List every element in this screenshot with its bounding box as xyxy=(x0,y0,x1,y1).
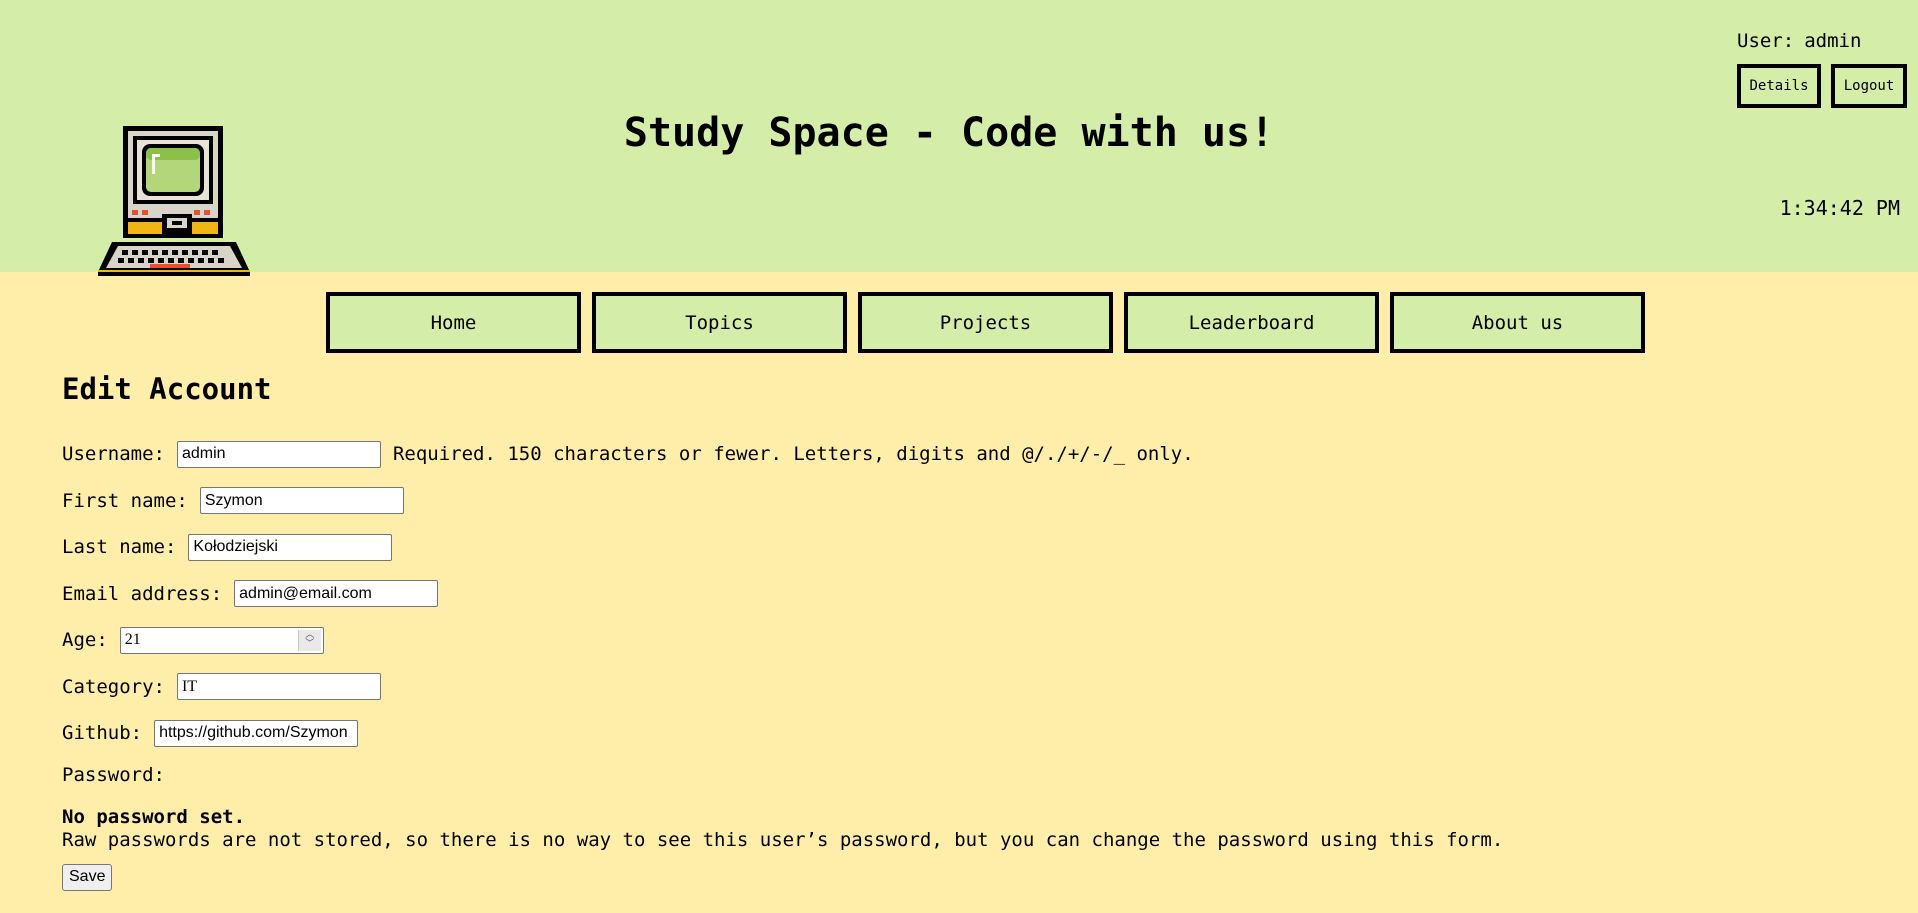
last-name-input[interactable] xyxy=(188,533,393,561)
username-help-text: Required. 150 characters or fewer. Lette… xyxy=(392,443,1194,465)
nav-item-about-us[interactable]: About us xyxy=(1390,292,1645,353)
user-actions: Details Logout xyxy=(1737,64,1907,108)
last-name-label: Last name: xyxy=(62,536,177,558)
user-label: User: xyxy=(1737,30,1795,52)
nav-item-leaderboard[interactable]: Leaderboard xyxy=(1124,292,1379,353)
edit-account-section: Edit Account Username: Required. 150 cha… xyxy=(62,372,1862,891)
email-row: Email address: xyxy=(62,578,1862,610)
password-row: Password: xyxy=(62,764,1862,796)
chevron-down-icon[interactable]: ﹀ xyxy=(305,640,314,649)
edit-account-form: Username: Required. 150 characters or fe… xyxy=(62,438,1862,891)
user-info: User: admin xyxy=(1737,30,1907,52)
age-label: Age: xyxy=(62,629,108,651)
github-label: Github: xyxy=(62,722,143,744)
category-input[interactable] xyxy=(176,673,381,700)
site-title: Study Space - Code with us! xyxy=(623,110,1275,156)
logout-button[interactable]: Logout xyxy=(1831,64,1907,108)
main-nav: Home Topics Projects Leaderboard About u… xyxy=(326,292,1645,353)
nav-item-home[interactable]: Home xyxy=(326,292,581,353)
username-input[interactable] xyxy=(176,440,381,468)
current-username: admin xyxy=(1804,30,1862,52)
age-input[interactable] xyxy=(119,626,324,654)
password-help-text: Raw passwords are not stored, so there i… xyxy=(62,828,1504,851)
first-name-row: First name: xyxy=(62,485,1862,517)
user-panel: User: admin Details Logout xyxy=(1737,30,1907,108)
password-label: Password: xyxy=(62,763,165,786)
first-name-input[interactable] xyxy=(199,487,404,514)
first-name-label: First name: xyxy=(62,489,188,512)
nav-item-topics[interactable]: Topics xyxy=(592,292,847,353)
category-row: Category: xyxy=(62,671,1862,703)
page-title: Edit Account xyxy=(62,372,272,406)
age-stepper: ︿ ﹀ xyxy=(119,626,324,654)
age-spinner[interactable]: ︿ ﹀ xyxy=(297,629,321,651)
details-button[interactable]: Details xyxy=(1737,64,1821,108)
password-info: No password set. Raw passwords are not s… xyxy=(62,806,1862,852)
save-button[interactable]: Save xyxy=(62,863,113,891)
email-input[interactable] xyxy=(234,580,439,607)
age-row: Age: ︿ ﹀ xyxy=(62,624,1862,656)
category-label: Category: xyxy=(62,675,165,698)
username-label: Username: xyxy=(62,443,165,465)
github-row: Github: xyxy=(62,717,1862,749)
password-status: No password set. xyxy=(62,805,246,828)
username-row: Username: Required. 150 characters or fe… xyxy=(62,438,1862,470)
last-name-row: Last name: xyxy=(62,531,1862,563)
email-label: Email address: xyxy=(62,582,223,605)
site-header: Study Space - Code with us! User: admin … xyxy=(0,0,1918,276)
github-input[interactable] xyxy=(154,719,359,747)
clock: 1:34:42 PM xyxy=(1779,196,1900,220)
nav-item-projects[interactable]: Projects xyxy=(858,292,1113,353)
